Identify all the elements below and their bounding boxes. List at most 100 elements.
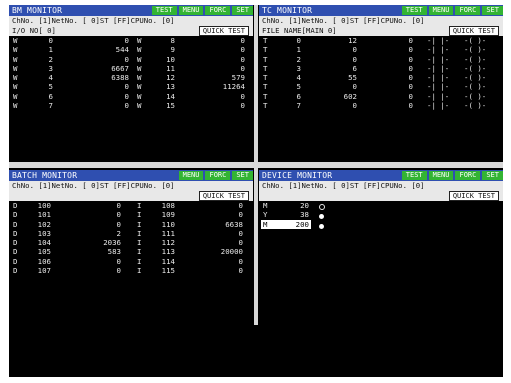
tc-contact-icon: -| |- (427, 45, 450, 55)
bm-device: W (137, 82, 142, 92)
tc-coil-icon: -( )- (464, 82, 487, 92)
bm-device-number: 13 (166, 82, 175, 92)
device-test-button[interactable]: TEST (401, 171, 427, 180)
tc-set-button[interactable]: SET (482, 6, 503, 15)
tc-device: T (263, 36, 268, 45)
tc-title: TC MONITOR (262, 6, 313, 15)
bm-value: 0 (124, 54, 129, 64)
tc-value: 0 (352, 82, 357, 92)
tc-contact-icon: -| |- (427, 63, 450, 73)
bm-device: W (13, 36, 18, 45)
batch-menu-button[interactable]: MENU (178, 171, 204, 180)
batch-channel-line: ChNo. [1]NetNo. [ 0]ST [FF]CPUNo. [0] (9, 181, 253, 191)
bm-device-number: 15 (166, 101, 175, 111)
batch-value: 2 (116, 228, 121, 238)
batch-device-number: 100 (37, 201, 51, 210)
batch-value: 0 (238, 256, 243, 266)
bm-test-button[interactable]: TEST (151, 6, 177, 15)
bm-device: W (13, 73, 18, 83)
device-row[interactable]: M 20 (259, 201, 503, 210)
batch-quick-test-button[interactable]: QUICK TEST (198, 191, 249, 201)
tc-monitor-panel: TC MONITOR TEST MENU FORC SET ChNo. [1]N… (259, 5, 503, 160)
tc-row: T 7 0 0 -| |- -( )- (259, 101, 503, 110)
bm-value: 579 (231, 73, 245, 83)
device-number: 200 (295, 219, 309, 229)
device-menu-button[interactable]: MENU (428, 171, 454, 180)
bm-menu-button[interactable]: MENU (178, 6, 204, 15)
batch-device-number: 112 (161, 238, 175, 248)
tc-set-value: 0 (408, 82, 413, 92)
bm-device-number: 12 (166, 73, 175, 83)
batch-device: I (137, 266, 142, 276)
tc-coil-icon: -( )- (464, 63, 487, 73)
batch-title: BATCH MONITOR (12, 171, 78, 180)
bm-device-number: 6 (48, 91, 53, 101)
batch-quick-line: QUICK TEST (9, 191, 253, 201)
batch-value: 2036 (103, 238, 121, 248)
batch-forc-button[interactable]: FORC (205, 171, 231, 180)
device-monitor-panel: DEVICE MONITOR TEST MENU FORC SET ChNo. … (259, 170, 503, 325)
bm-value: 6388 (111, 73, 129, 83)
batch-device-number: 110 (161, 219, 175, 229)
bm-device: W (137, 73, 142, 83)
batch-device: D (13, 256, 18, 266)
batch-title-bar: BATCH MONITOR MENU FORC SET (9, 170, 253, 181)
bm-set-button[interactable]: SET (232, 6, 253, 15)
tc-device-number: 2 (296, 54, 301, 64)
bm-device: W (137, 45, 142, 55)
tc-device-number: 5 (296, 82, 301, 92)
tc-device-number: 6 (296, 91, 301, 101)
tc-device: T (263, 45, 268, 55)
batch-data-rows: D 100 0 I 108 0 D 101 0 I 109 0 D 102 0 I 110 6638 D 103 2 I 1… (9, 201, 253, 275)
batch-row: D 103 2 I 111 0 (9, 229, 253, 238)
tc-set-value: 0 (408, 45, 413, 55)
bm-device: W (13, 54, 18, 64)
bm-forc-button[interactable]: FORC (205, 6, 231, 15)
tc-menu-button[interactable]: MENU (428, 6, 454, 15)
tc-row: T 4 55 0 -| |- -( )- (259, 73, 503, 82)
bm-device: W (137, 91, 142, 101)
tc-quick-test-button[interactable]: QUICK TEST (448, 26, 499, 36)
tc-set-value: 0 (408, 36, 413, 45)
batch-value: 583 (107, 247, 121, 257)
device-quick-test-button[interactable]: QUICK TEST (448, 191, 499, 201)
bm-row: W 7 0 W 15 0 (9, 101, 253, 110)
tc-test-button[interactable]: TEST (401, 6, 427, 15)
bm-quick-test-button[interactable]: QUICK TEST (198, 26, 249, 36)
bm-device: W (137, 101, 142, 111)
device-name: M (263, 219, 268, 229)
device-set-button[interactable]: SET (482, 171, 503, 180)
bm-value: 0 (240, 91, 245, 101)
batch-device-number: 109 (161, 210, 175, 220)
tc-set-value: 0 (408, 73, 413, 83)
batch-device-number: 106 (37, 256, 51, 266)
bm-value: 6667 (111, 63, 129, 73)
batch-device: I (137, 238, 142, 248)
device-title-bar: DEVICE MONITOR TEST MENU FORC SET (259, 170, 503, 181)
device-row[interactable]: Y 38 (259, 210, 503, 220)
bm-device-number: 1 (48, 45, 53, 55)
bm-value: 544 (115, 45, 129, 55)
tc-value: 0 (352, 45, 357, 55)
tc-contact-icon: -| |- (427, 36, 450, 45)
device-forc-button[interactable]: FORC (455, 171, 481, 180)
batch-device: D (13, 201, 18, 210)
tc-forc-button[interactable]: FORC (455, 6, 481, 15)
bm-value: 0 (124, 101, 129, 111)
bm-value: 0 (240, 101, 245, 111)
tc-device-number: 3 (296, 63, 301, 73)
bm-row: W00W80 (9, 36, 253, 45)
batch-value: 20000 (220, 247, 243, 257)
batch-device: I (137, 256, 142, 266)
bm-device: W (13, 101, 18, 111)
bm-value: 0 (124, 82, 129, 92)
bm-title: BM MONITOR (12, 6, 63, 15)
tc-contact-icon: -| |- (427, 73, 450, 83)
tc-device-number: 1 (296, 45, 301, 55)
batch-set-button[interactable]: SET (232, 171, 253, 180)
bm-value: 0 (124, 36, 129, 45)
batch-device: I (137, 210, 142, 220)
tc-coil-icon: -( )- (464, 36, 487, 45)
bm-row: W 2 0 W 10 0 (9, 55, 253, 64)
device-row[interactable]: M 200 (259, 219, 503, 229)
